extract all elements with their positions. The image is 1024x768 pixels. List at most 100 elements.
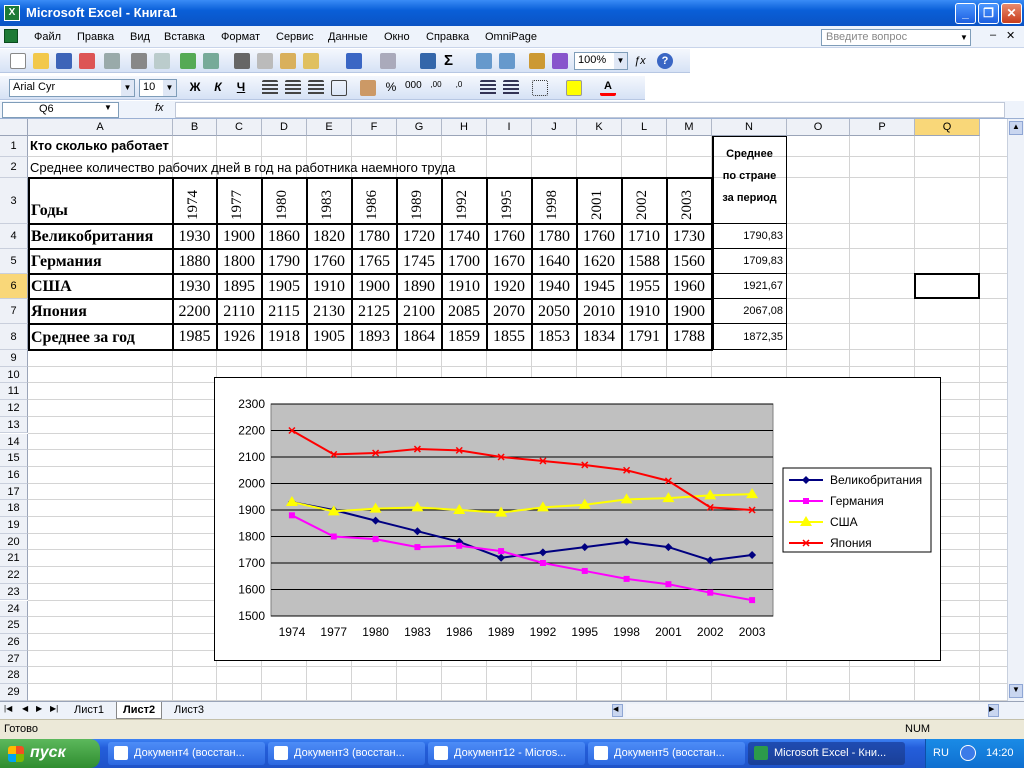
cell-value[interactable]: 1588: [622, 250, 666, 273]
chevron-down-icon[interactable]: ▼: [121, 80, 134, 96]
cell-value[interactable]: 1790: [262, 250, 306, 273]
cell-value[interactable]: 1905: [262, 275, 306, 298]
row-header[interactable]: 8: [0, 324, 28, 350]
cell-average[interactable]: 1921,67: [713, 275, 785, 298]
taskbar-item-excel[interactable]: Microsoft Excel - Кни...: [748, 742, 905, 765]
row-header[interactable]: 12: [0, 400, 28, 417]
doc-minimize-button[interactable]: –: [990, 29, 996, 41]
cell-value[interactable]: 1918: [262, 325, 306, 349]
cell-avg-header[interactable]: Среднее: [713, 148, 786, 166]
align-center-icon[interactable]: [285, 80, 301, 96]
menu-edit[interactable]: Правка: [77, 31, 114, 43]
chevron-down-icon[interactable]: ▼: [104, 103, 112, 112]
cell-year[interactable]: 1995: [499, 190, 516, 220]
sort-ascending-icon[interactable]: [476, 53, 492, 69]
cell-subtitle[interactable]: Среднее количество рабочих дней в год на…: [30, 160, 710, 176]
cell-value[interactable]: 1853: [532, 325, 576, 349]
menu-data[interactable]: Данные: [328, 31, 368, 43]
cell-year[interactable]: 2003: [679, 190, 696, 220]
cell-value[interactable]: 1820: [307, 225, 351, 248]
cell-value[interactable]: 1926: [217, 325, 261, 349]
cell-year[interactable]: 2001: [589, 190, 606, 220]
print-icon[interactable]: [131, 53, 147, 69]
merge-center-icon[interactable]: [331, 80, 347, 96]
cell-avg-header[interactable]: за период: [713, 192, 786, 210]
column-header[interactable]: C: [217, 119, 262, 136]
chevron-down-icon[interactable]: ▼: [958, 30, 970, 45]
minimize-button[interactable]: _: [955, 3, 976, 24]
increase-decimal-icon[interactable]: ,00: [428, 80, 444, 96]
cell-year[interactable]: 1974: [185, 190, 202, 220]
row-header[interactable]: 1: [0, 136, 28, 157]
paste-icon[interactable]: [280, 53, 296, 69]
increase-indent-icon[interactable]: [503, 80, 519, 96]
row-header[interactable]: 26: [0, 633, 28, 651]
cell-year[interactable]: 2002: [634, 190, 651, 220]
cell-value[interactable]: 1890: [397, 275, 441, 298]
row-header[interactable]: 11: [0, 383, 28, 401]
cell-average[interactable]: 1872,35: [713, 325, 785, 349]
align-left-icon[interactable]: [262, 80, 278, 96]
cell-year[interactable]: 1989: [409, 190, 426, 220]
column-header[interactable]: K: [577, 119, 622, 136]
cell-value[interactable]: 1864: [397, 325, 441, 349]
column-header[interactable]: B: [173, 119, 217, 136]
column-header[interactable]: O: [787, 119, 850, 136]
taskbar-item-doc12[interactable]: Документ12 - Micros...: [428, 742, 585, 765]
row-header[interactable]: 5: [0, 249, 28, 274]
doc-close-button[interactable]: ✕: [1006, 29, 1015, 42]
row-header[interactable]: 9: [0, 350, 28, 367]
cell-value[interactable]: 2130: [307, 300, 351, 323]
menu-help[interactable]: Справка: [426, 31, 469, 43]
cell-value[interactable]: 1930: [173, 275, 216, 298]
restore-button[interactable]: ❐: [978, 3, 999, 24]
language-indicator[interactable]: RU: [933, 747, 949, 759]
cell-value[interactable]: 1910: [622, 300, 666, 323]
row-header[interactable]: 27: [0, 650, 28, 668]
column-header[interactable]: H: [442, 119, 487, 136]
cell-value[interactable]: 1859: [442, 325, 486, 349]
cell-value[interactable]: 1720: [397, 225, 441, 248]
cell-value[interactable]: 1760: [307, 250, 351, 273]
start-button[interactable]: пуск: [0, 739, 100, 768]
cell-year[interactable]: 1983: [319, 190, 336, 220]
cell-avg-header[interactable]: по стране: [713, 170, 786, 188]
cell-year[interactable]: 1986: [364, 190, 381, 220]
row-header[interactable]: 15: [0, 450, 28, 467]
cell-value[interactable]: 1780: [532, 225, 576, 248]
cell-value[interactable]: 1800: [217, 250, 261, 273]
row-header[interactable]: 13: [0, 416, 28, 434]
cell-value[interactable]: 1930: [173, 225, 216, 248]
chevron-down-icon[interactable]: ▼: [163, 80, 176, 96]
cell-value[interactable]: 1900: [352, 275, 396, 298]
row-header[interactable]: 2: [0, 157, 28, 178]
prev-sheet-icon[interactable]: ◀: [22, 704, 28, 713]
email-icon[interactable]: [104, 53, 120, 69]
cell-country[interactable]: Среднее за год: [31, 326, 171, 350]
cell-value[interactable]: 1780: [352, 225, 396, 248]
borders-icon[interactable]: [532, 80, 548, 96]
row-header[interactable]: 7: [0, 299, 28, 324]
drawing-icon[interactable]: [552, 53, 568, 69]
sheet-tab-3[interactable]: Лист3: [168, 702, 210, 719]
cell-value[interactable]: 1900: [217, 225, 261, 248]
cell-value[interactable]: 1920: [487, 275, 531, 298]
select-all-button[interactable]: [0, 119, 28, 136]
cut-icon[interactable]: [234, 53, 250, 69]
row-header[interactable]: 4: [0, 224, 28, 249]
cell-value[interactable]: 2070: [487, 300, 531, 323]
name-box[interactable]: Q6: [2, 102, 119, 118]
close-button[interactable]: ✕: [1001, 3, 1022, 24]
chart-wizard-icon[interactable]: [529, 53, 545, 69]
cell-value[interactable]: 1620: [577, 250, 621, 273]
cell-value[interactable]: 1700: [442, 250, 486, 273]
font-color-icon[interactable]: A: [600, 80, 616, 96]
last-sheet-icon[interactable]: ▶|: [50, 704, 58, 713]
underline-button[interactable]: Ч: [233, 80, 249, 96]
cell-value[interactable]: 2115: [262, 300, 306, 323]
column-header[interactable]: A: [28, 119, 173, 136]
line-chart[interactable]: 1500 1600 1700 1800 1900 2000 2100 2200 2300 1974…: [214, 377, 941, 661]
cell-value[interactable]: 1788: [667, 325, 711, 349]
cell-country[interactable]: Германия: [31, 251, 171, 274]
hyperlink-icon[interactable]: [420, 53, 436, 69]
